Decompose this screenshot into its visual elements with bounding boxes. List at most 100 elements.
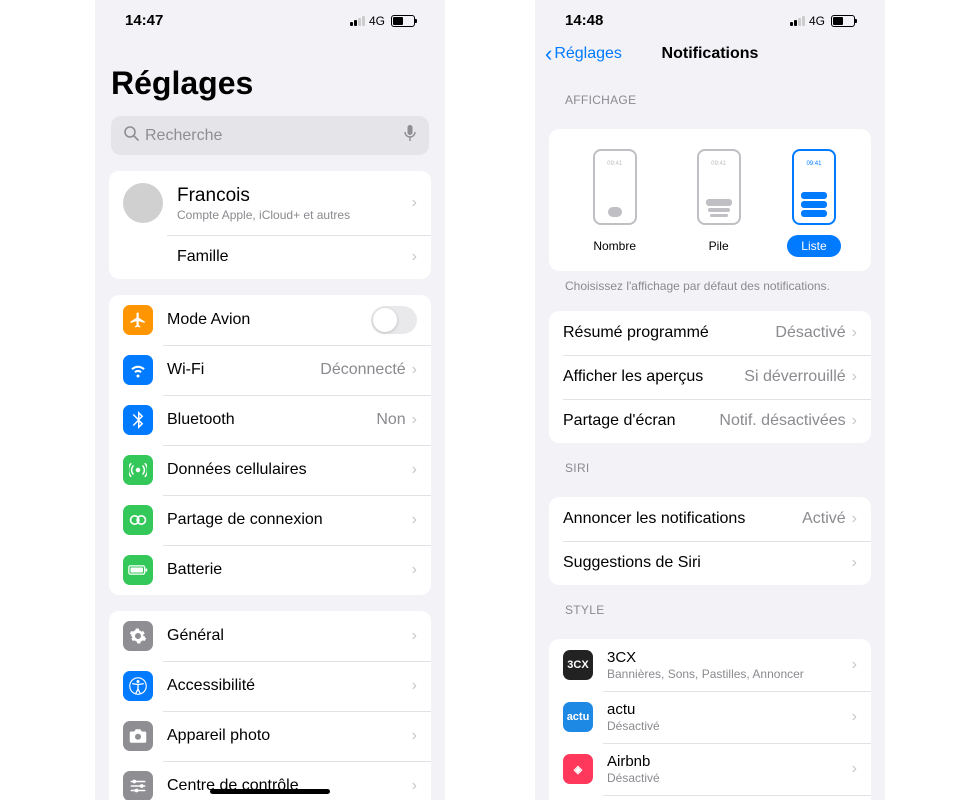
airplane-icon [123,305,153,335]
siri-group: Annoncer les notificationsActivé›Suggest… [549,497,871,585]
preview-nombre: 09:41 [593,149,637,225]
back-label: Réglages [554,45,622,63]
section-siri: SIRI [535,443,885,481]
nav-title: Notifications [662,45,759,63]
display-picker: 09:41 Nombre 09:41 Pile 09:41 Liste [549,129,871,271]
network-label: 4G [369,14,385,28]
list-item[interactable]: Centre de contrôle› [109,761,431,800]
option-label: Nombre [579,235,650,257]
item-value: Activé [802,510,846,528]
chevron-right-icon: › [852,368,857,386]
display-option-pile[interactable]: 09:41 Pile [695,149,743,257]
chevron-right-icon: › [412,561,417,579]
toggle[interactable] [371,306,417,334]
family-row[interactable]: Famille › [109,235,431,279]
item-value: Déconnecté [320,361,405,379]
app-row[interactable]: 3CX3CXBannières, Sons, Pastilles, Annonc… [549,639,871,691]
search-bar[interactable] [111,116,429,155]
notifications-screen: 14:48 4G ‹ Réglages Notifications AFFICH… [535,0,885,800]
app-sublabel: Désactivé [607,771,852,785]
list-item[interactable]: Wi-FiDéconnecté› [109,345,431,395]
item-value: Non [376,411,405,429]
chevron-right-icon: › [412,411,417,429]
app-label: 3CX [607,649,852,666]
status-icons: 4G [790,14,855,28]
profile-row[interactable]: Francois Compte Apple, iCloud+ et autres… [109,171,431,235]
item-label: Suggestions de Siri [563,554,852,572]
display-picker-group: 09:41 Nombre 09:41 Pile 09:41 Liste [549,129,871,271]
item-label: Wi-Fi [167,361,320,379]
battery-icon [123,555,153,585]
option-label: Liste [787,235,840,257]
display-option-nombre[interactable]: 09:41 Nombre [579,149,650,257]
list-item[interactable]: Appareil photo› [109,711,431,761]
preview-pile: 09:41 [697,149,741,225]
chevron-right-icon: › [852,412,857,430]
profile-name: Francois [177,185,412,207]
list-item[interactable]: Données cellulaires› [109,445,431,495]
list-item[interactable]: Partage d'écranNotif. désactivées› [549,399,871,443]
wifi-icon [123,355,153,385]
app-row[interactable]: actuactuDésactivé› [549,691,871,743]
chevron-right-icon: › [412,777,417,795]
settings-screen: 14:47 4G Réglages Francois Compte Apple,… [95,0,445,800]
item-label: Batterie [167,561,412,579]
general-group: Général›Accessibilité›Appareil photo›Cen… [109,611,431,800]
item-label: Partage de connexion [167,511,412,529]
chevron-right-icon: › [852,760,857,778]
option-label: Pile [695,235,743,257]
app-row[interactable]: ⌣Amazon› [549,795,871,800]
list-item[interactable]: Afficher les aperçusSi déverrouillé › [549,355,871,399]
display-option-liste[interactable]: 09:41 Liste [787,149,840,257]
item-label: Résumé programmé [563,324,775,342]
app-icon: 3CX [563,650,593,680]
avatar [123,183,163,223]
section-display: AFFICHAGE [535,75,885,113]
back-button[interactable]: ‹ Réglages [545,43,622,65]
list-item[interactable]: BluetoothNon› [109,395,431,445]
signal-icon [350,16,365,26]
chevron-right-icon: › [412,511,417,529]
app-row[interactable]: ◈ AirbnbDésactivé› [549,743,871,795]
control-icon [123,771,153,800]
home-indicator [210,789,330,794]
family-label: Famille [177,248,412,266]
item-value: Désactivé [775,324,845,342]
page-title: Réglages [95,37,445,110]
item-value: Si déverrouillé [744,368,845,386]
list-item[interactable]: Annoncer les notificationsActivé› [549,497,871,541]
gear-icon [123,621,153,651]
search-input[interactable] [145,127,397,145]
apps-group: 3CX3CXBannières, Sons, Pastilles, Annonc… [549,639,871,800]
chevron-right-icon: › [412,461,417,479]
list-item[interactable]: Partage de connexion› [109,495,431,545]
signal-icon [790,16,805,26]
item-label: Afficher les aperçus [563,368,744,386]
list-item[interactable]: Mode Avion [109,295,431,345]
search-icon [123,125,139,146]
app-label: Airbnb [607,753,852,770]
item-label: Général [167,627,412,645]
chevron-right-icon: › [852,554,857,572]
app-icon: ◈ [563,754,593,784]
chevron-right-icon: › [412,727,417,745]
chevron-right-icon: › [412,627,417,645]
section-style: STYLE [535,585,885,623]
network-label: 4G [809,14,825,28]
list-item[interactable]: Accessibilité› [109,661,431,711]
item-label: Accessibilité [167,677,412,695]
item-label: Mode Avion [167,311,371,329]
battery-icon [831,15,855,27]
list-item[interactable]: Général› [109,611,431,661]
status-bar: 14:47 4G [95,0,445,37]
item-label: Appareil photo [167,727,412,745]
list-item[interactable]: Suggestions de Siri› [549,541,871,585]
list-item[interactable]: Résumé programméDésactivé› [549,311,871,355]
app-icon: actu [563,702,593,732]
bluetooth-icon [123,405,153,435]
app-sublabel: Désactivé [607,719,852,733]
item-label: Partage d'écran [563,412,719,430]
mic-icon[interactable] [403,124,417,147]
list-item[interactable]: Batterie› [109,545,431,595]
status-bar: 14:48 4G [535,0,885,37]
